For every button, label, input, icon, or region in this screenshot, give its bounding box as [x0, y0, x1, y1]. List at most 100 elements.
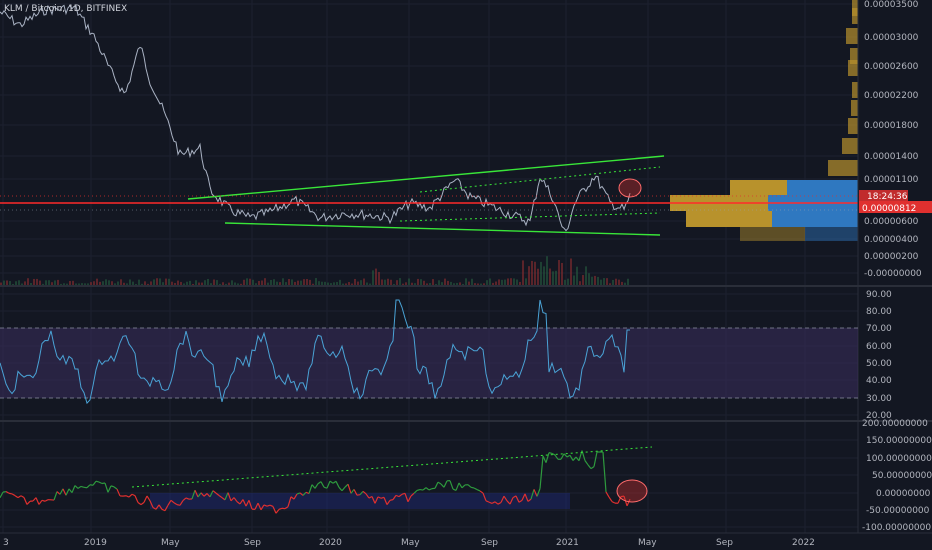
volume-bar	[378, 271, 380, 286]
price-tick: 0.00000200	[864, 252, 919, 262]
rsi-tick: 70.00	[866, 324, 892, 334]
time-tick: May	[638, 538, 657, 548]
volume-bar	[531, 260, 533, 286]
volume-bar	[303, 279, 305, 286]
osc-tick: 50.00000000	[872, 471, 932, 481]
osc-segment	[2, 490, 7, 493]
volume-bar	[546, 256, 548, 286]
volume-bar	[537, 268, 539, 286]
profile-bar-upper	[846, 28, 858, 44]
price-tick: 0.00000400	[864, 235, 919, 245]
osc-tick: 150.00000000	[866, 436, 932, 446]
price-tick: -0.00000000	[864, 269, 922, 279]
oscillator-ellipse-icon[interactable]	[616, 479, 648, 503]
osc-segment	[548, 452, 553, 455]
rsi-band	[0, 328, 858, 398]
time-tick: 2020	[319, 538, 342, 548]
volume-bar	[372, 270, 374, 286]
osc-segment	[95, 480, 100, 483]
volume-bar	[249, 278, 251, 286]
last-price-text: 0.00000812	[862, 204, 916, 214]
volume-bar	[552, 271, 554, 286]
time-tick: May	[401, 538, 420, 548]
volume-bar	[576, 266, 578, 286]
volume-bar	[375, 268, 377, 286]
price-tick: 0.00002200	[864, 91, 919, 101]
rsi-tick: 90.00	[866, 290, 892, 300]
volume-bar	[627, 278, 629, 286]
volume-bar	[534, 261, 536, 286]
volume-bar	[246, 278, 248, 286]
trading-chart[interactable]: KLM / Bitcoin, 1D, BITFINEX 0.00003500 0…	[0, 0, 932, 550]
osc-tick: 100.00000000	[866, 454, 932, 464]
profile-bar-upper	[842, 138, 858, 154]
volume-bar	[120, 279, 122, 286]
volume-bar	[465, 278, 467, 286]
volume-bar	[387, 278, 389, 286]
volume-bar	[399, 278, 401, 286]
volume-bar	[165, 278, 167, 286]
osc-segment	[416, 488, 421, 492]
rsi-tick: 50.00	[866, 359, 892, 369]
price-tick: 0.00002600	[864, 62, 919, 72]
profile-bar	[686, 211, 772, 227]
volume-bar	[306, 278, 308, 286]
time-tick: Sep	[481, 538, 498, 548]
volume-bar	[591, 276, 593, 286]
profile-bar	[730, 180, 787, 195]
volume-bar	[582, 275, 584, 286]
ellipse-annotation-icon[interactable]	[618, 178, 642, 198]
volume-bar	[156, 278, 158, 286]
volume-bar	[282, 278, 284, 286]
price-tick: 0.00003500	[864, 0, 919, 10]
volume-bar	[606, 278, 608, 286]
profile-bar-upper	[852, 82, 858, 98]
time-tick: Sep	[244, 538, 261, 548]
osc-segment	[389, 499, 394, 501]
price-tick: 0.00003000	[864, 33, 919, 43]
rsi-tick: 60.00	[866, 342, 892, 352]
price-tick: 0.00001100	[864, 175, 919, 185]
profile-bar	[740, 227, 805, 241]
rsi-tick: 80.00	[866, 307, 892, 317]
volume-bar	[561, 262, 563, 286]
volume-bar	[168, 278, 170, 286]
volume-bar	[588, 273, 590, 286]
rsi-tick: 40.00	[866, 376, 892, 386]
volume-bar	[513, 278, 515, 286]
osc-tick: -50.00000000	[866, 506, 930, 516]
volume-bar	[264, 278, 266, 286]
volume-bar	[522, 260, 524, 286]
volume-bar	[363, 278, 365, 286]
profile-bar-upper	[851, 100, 858, 116]
time-tick: 2021	[556, 538, 579, 548]
volume-bar	[408, 278, 410, 286]
volume-bar	[543, 266, 545, 286]
volume-bar	[432, 279, 434, 286]
volume-bar	[33, 278, 35, 286]
profile-bar	[772, 211, 858, 227]
price-tick: 0.00001800	[864, 121, 919, 131]
osc-tick: 0.00000000	[876, 489, 931, 499]
volume-bar	[444, 278, 446, 286]
oscillator-axis[interactable]: 200.00000000 150.00000000 100.00000000 5…	[862, 419, 932, 533]
chart-title: KLM / Bitcoin, 1D, BITFINEX	[4, 4, 127, 14]
volume-bar	[570, 258, 572, 286]
time-tick: Sep	[716, 538, 733, 548]
volume-bar	[573, 275, 575, 286]
chart-background	[0, 0, 932, 550]
osc-segment	[470, 486, 475, 489]
profile-bar-upper	[848, 60, 858, 76]
price-tick: 0.00001400	[864, 152, 919, 162]
volume-bar	[585, 266, 587, 286]
volume-bar	[597, 276, 599, 286]
osc-tick: 200.00000000	[862, 419, 928, 429]
profile-bar	[787, 180, 858, 195]
volume-bar	[417, 278, 419, 286]
time-tick: 2019	[84, 538, 107, 548]
volume-bar	[105, 279, 107, 286]
rsi-tick: 30.00	[866, 394, 892, 404]
time-tick: 2022	[792, 538, 815, 548]
volume-bar	[354, 278, 356, 286]
volume-bar	[558, 259, 560, 286]
